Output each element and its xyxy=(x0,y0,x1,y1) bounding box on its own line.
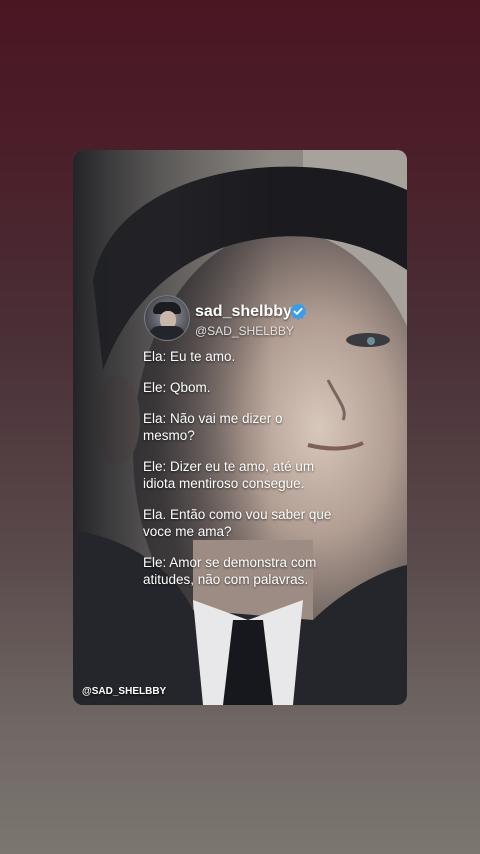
video-card[interactable]: sad_shelbby @SAD_SHELBBY Ela: Eu te amo.… xyxy=(73,150,407,705)
user-handle: @SAD_SHELBBY xyxy=(195,324,294,338)
quote-line: Ele: Amor se demonstra com atitudes, não… xyxy=(143,555,317,587)
quote-line: Ele: Dizer eu te amo, até um idiota ment… xyxy=(143,459,315,491)
username[interactable]: sad_shelbby xyxy=(195,303,292,321)
watermark: @SAD_SHELBBY xyxy=(82,686,167,697)
quote-line: Ela: Eu te amo. xyxy=(143,349,236,364)
quote-line: Ela. Então como vou saber que voce me am… xyxy=(143,507,332,539)
avatar[interactable] xyxy=(144,295,190,341)
quote-line: Ela: Não vai me dizer o mesmo? xyxy=(143,411,283,443)
verified-badge-icon xyxy=(289,302,307,320)
quote-line: Ele: Qbom. xyxy=(143,380,211,395)
quote-post: sad_shelbby @SAD_SHELBBY Ela: Eu te amo.… xyxy=(73,150,407,705)
quote-text: Ela: Eu te amo. Ele: Qbom. Ela: Não vai … xyxy=(143,348,393,602)
